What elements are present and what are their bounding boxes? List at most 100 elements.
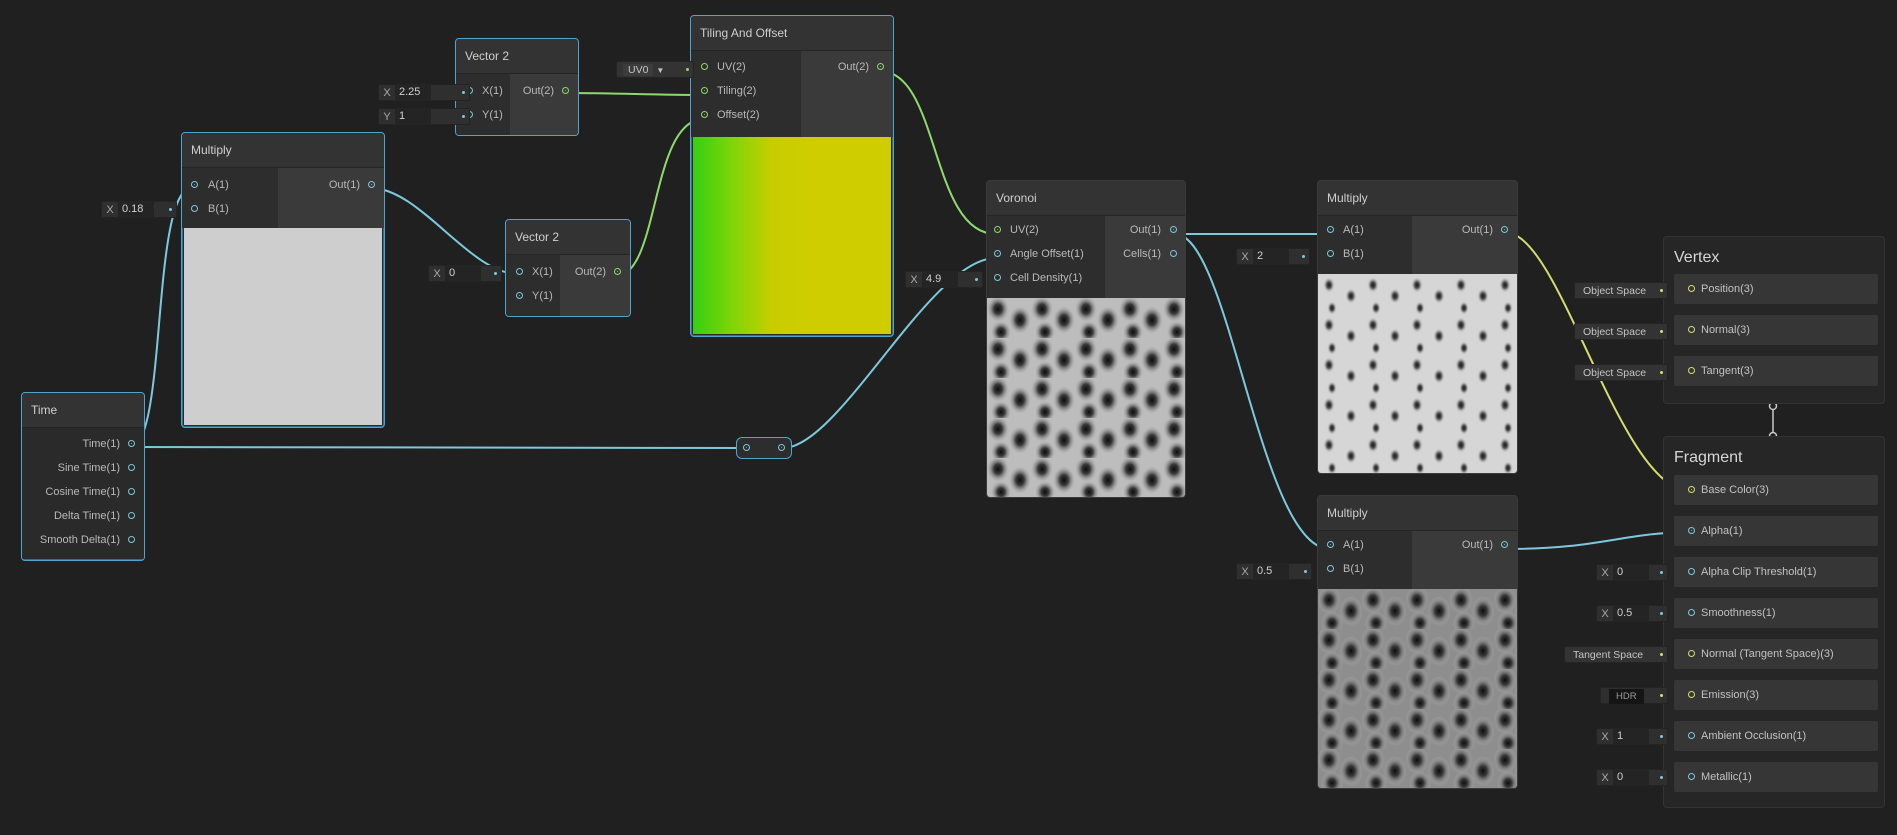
wire-time-to-reroute xyxy=(129,446,746,449)
input-b[interactable]: B(1) xyxy=(1318,559,1412,579)
position-space-field[interactable]: Object Space xyxy=(1574,282,1668,299)
input-cell-density[interactable]: Cell Density(1) xyxy=(987,268,1105,288)
multiply-b-field[interactable]: X 0.18 xyxy=(101,201,177,218)
tiling-and-offset-node[interactable]: Tiling And Offset UV(2) Tiling(2) Offset… xyxy=(690,15,894,337)
field-value[interactable]: 1 xyxy=(395,109,431,124)
emission-hdr-field[interactable]: HDR xyxy=(1600,687,1668,704)
output-time[interactable]: Time(1) xyxy=(22,434,144,454)
block-title: Fragment xyxy=(1674,449,1743,466)
time-node[interactable]: Time Time(1) Sine Time(1) Cosine Time(1)… xyxy=(21,392,145,561)
field-value[interactable]: 1 xyxy=(1613,729,1649,744)
voronoi-node[interactable]: Voronoi UV(2) Angle Offset(1) Cell Densi… xyxy=(986,180,1186,498)
tangent-space-field[interactable]: Object Space xyxy=(1574,364,1668,381)
input-y[interactable]: Y(1) xyxy=(506,286,560,306)
block-title: Vertex xyxy=(1674,249,1720,266)
voronoi-cell-density-field[interactable]: X 4.9 xyxy=(905,271,983,288)
normal-tangent-space-field[interactable]: Tangent Space xyxy=(1564,646,1668,663)
field-label: Y xyxy=(383,111,391,123)
vector2-node-top[interactable]: Vector 2 X(1) Y(1) Out(2) xyxy=(455,38,579,136)
field-label: X xyxy=(1241,251,1249,263)
output-sine-time[interactable]: Sine Time(1) xyxy=(22,458,144,478)
multiply-node-left[interactable]: Multiply A(1) B(1) Out(1) xyxy=(181,132,385,428)
output-out[interactable]: Out(2) xyxy=(803,57,893,77)
input-tiling[interactable]: Tiling(2) xyxy=(691,81,801,101)
output-out[interactable]: Out(1) xyxy=(294,175,384,195)
vector2-top-x-field[interactable]: X 2.25 xyxy=(378,84,470,101)
input-offset[interactable]: Offset(2) xyxy=(691,105,801,125)
multiply-bottom-b-field[interactable]: X 0.5 xyxy=(1236,563,1312,580)
input-a[interactable]: A(1) xyxy=(182,175,278,195)
multiply-node-bottom-right[interactable]: Multiply A(1) B(1) Out(1) xyxy=(1317,495,1518,789)
input-a[interactable]: A(1) xyxy=(1318,535,1412,555)
slot-ambient-occlusion[interactable]: Ambient Occlusion(1) xyxy=(1674,721,1878,751)
field-value[interactable]: 2.25 xyxy=(395,85,431,100)
output-out[interactable]: Out(1) xyxy=(1103,220,1185,240)
slot-smoothness[interactable]: Smoothness(1) xyxy=(1674,598,1878,628)
wire-multiply-to-vector2-x xyxy=(370,187,519,275)
field-value[interactable]: 0 xyxy=(1613,565,1649,580)
slot-metallic[interactable]: Metallic(1) xyxy=(1674,762,1878,792)
slot-alpha-clip-threshold[interactable]: Alpha Clip Threshold(1) xyxy=(1674,557,1878,587)
field-label: X xyxy=(106,204,114,216)
slot-base-color[interactable]: Base Color(3) xyxy=(1674,475,1878,505)
slot-position[interactable]: Position(3) xyxy=(1674,274,1878,304)
field-value[interactable]: 4.9 xyxy=(922,272,958,287)
input-x[interactable]: X(1) xyxy=(506,262,560,282)
multiply-node-top-right[interactable]: Multiply A(1) B(1) Out(1) xyxy=(1317,180,1518,474)
slot-alpha[interactable]: Alpha(1) xyxy=(1674,516,1878,546)
field-label: X xyxy=(1241,566,1249,578)
normal-space-field[interactable]: Object Space xyxy=(1574,323,1668,340)
output-smooth-delta[interactable]: Smooth Delta(1) xyxy=(22,530,144,550)
field-label: X xyxy=(910,274,918,286)
field-value[interactable]: 2 xyxy=(1253,249,1289,264)
slot-normal-tangent[interactable]: Normal (Tangent Space)(3) xyxy=(1674,639,1878,669)
field-value[interactable]: 0 xyxy=(1613,770,1649,785)
wire-voronoi-to-multiply-b-a xyxy=(1174,233,1331,550)
slot-emission[interactable]: Emission(3) xyxy=(1674,680,1878,710)
node-title: Multiply xyxy=(1318,181,1517,216)
fragment-block[interactable]: Fragment Base Color(3) Alpha(1) Alpha Cl… xyxy=(1663,436,1885,808)
node-title: Time xyxy=(22,393,144,428)
input-a[interactable]: A(1) xyxy=(1318,220,1412,240)
slot-tangent[interactable]: Tangent(3) xyxy=(1674,356,1878,386)
uv-channel-dropdown[interactable]: UV0 ▼ xyxy=(616,61,694,78)
field-value[interactable]: 0 xyxy=(445,266,481,281)
tiling-preview xyxy=(693,137,891,334)
smoothness-field[interactable]: X 0.5 xyxy=(1596,605,1668,622)
multiply-top-b-field[interactable]: X2 xyxy=(1236,248,1310,265)
vector2-node-mid[interactable]: Vector 2 X(1) Y(1) Out(2) xyxy=(505,219,631,317)
output-cosine-time[interactable]: Cosine Time(1) xyxy=(22,482,144,502)
input-b[interactable]: B(1) xyxy=(182,199,278,219)
input-uv[interactable]: UV(2) xyxy=(691,57,801,77)
field-value[interactable]: 0.5 xyxy=(1613,606,1649,621)
field-value[interactable]: 0.5 xyxy=(1253,564,1289,579)
field-value[interactable]: 0.18 xyxy=(118,202,154,217)
input-uv[interactable]: UV(2) xyxy=(987,220,1105,240)
wire-vector2-to-tiling xyxy=(564,92,705,96)
output-delta-time[interactable]: Delta Time(1) xyxy=(22,506,144,526)
output-out[interactable]: Out(2) xyxy=(560,262,630,282)
node-title: Voronoi xyxy=(987,181,1185,216)
alpha-clip-field[interactable]: X0 xyxy=(1596,564,1668,581)
output-out[interactable]: Out(2) xyxy=(510,81,578,101)
output-cells[interactable]: Cells(1) xyxy=(1103,244,1185,264)
ambient-occlusion-field[interactable]: X1 xyxy=(1596,728,1668,745)
multiply-preview xyxy=(184,228,382,425)
slot-normal[interactable]: Normal(3) xyxy=(1674,315,1878,345)
node-title: Vector 2 xyxy=(456,39,578,74)
wire-tiling-to-voronoi-uv xyxy=(879,70,997,235)
metallic-field[interactable]: X0 xyxy=(1596,769,1668,786)
multiply-top-preview xyxy=(1318,274,1517,473)
reroute-node[interactable] xyxy=(736,437,792,459)
input-angle-offset[interactable]: Angle Offset(1) xyxy=(987,244,1105,264)
vector2-top-y-field[interactable]: Y1 xyxy=(378,108,470,125)
hdr-color-swatch[interactable]: HDR xyxy=(1609,689,1644,704)
vertex-block[interactable]: Vertex Position(3) Normal(3) Tangent(3) xyxy=(1663,236,1885,404)
vector2-mid-x-field[interactable]: X0 xyxy=(428,265,502,282)
field-label: X xyxy=(433,268,441,280)
node-title: Multiply xyxy=(1318,496,1517,531)
output-out[interactable]: Out(1) xyxy=(1427,535,1517,555)
input-b[interactable]: B(1) xyxy=(1318,244,1412,264)
node-title: Tiling And Offset xyxy=(691,16,893,51)
output-out[interactable]: Out(1) xyxy=(1427,220,1517,240)
